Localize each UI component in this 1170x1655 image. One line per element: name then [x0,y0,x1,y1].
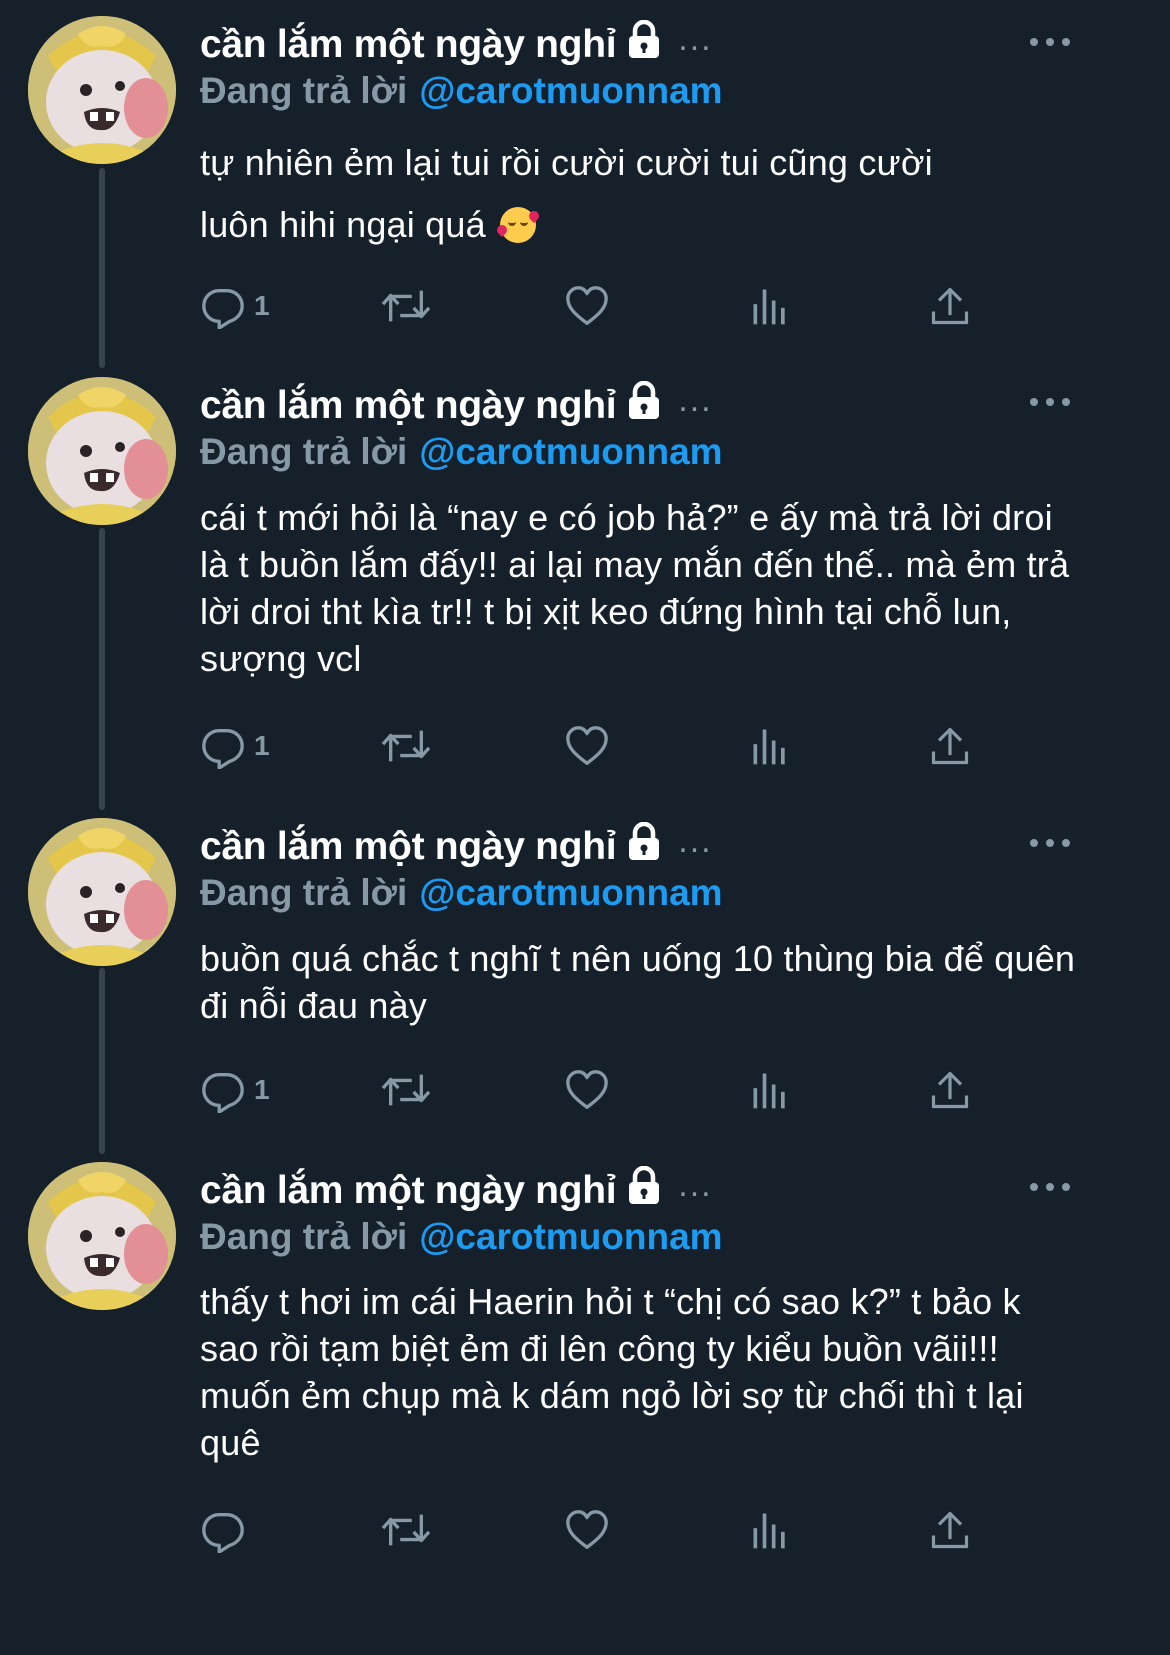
tweet-text-line: tự nhiên ẻm lại tui rồi cười cười tui cũ… [200,142,933,183]
views-button[interactable] [748,722,792,770]
ellipsis: ... [678,821,713,860]
author-name[interactable]: cần lắm một ngày nghỉ [200,825,617,869]
tweet-text: tự nhiên ẻm lại tui rồi cười cười tui cũ… [200,132,1080,256]
views-button[interactable] [748,1506,792,1554]
reply-button[interactable]: 1 [200,722,270,770]
like-button[interactable] [564,722,610,770]
author-row: cần lắm một ngày nghỉ ... [200,1166,713,1216]
retweet-button[interactable] [378,1066,434,1114]
author-name[interactable]: cần lắm một ngày nghỉ [200,384,617,428]
tweet[interactable]: cần lắm một ngày nghỉ ... Đang trả lời @… [0,360,1108,800]
tweet-text-line: luôn hihi ngại quá [200,204,486,245]
like-button[interactable] [564,1066,610,1114]
avatar[interactable] [28,1162,176,1310]
reply-count: 1 [254,290,270,321]
reply-button[interactable] [200,1506,254,1554]
retweet-button[interactable] [378,282,434,330]
action-bar: 1 [200,282,1000,330]
more-icon[interactable] [1030,1177,1070,1197]
share-button[interactable] [928,282,972,330]
ellipsis: ... [678,380,713,419]
reply-handle-link[interactable]: @carotmuonnam [419,872,722,914]
reply-icon [200,723,246,769]
retweet-button[interactable] [378,722,434,770]
reply-handle-link[interactable]: @carotmuonnam [419,1216,722,1258]
share-icon [928,1068,972,1112]
avatar[interactable] [28,818,176,966]
lock-icon [626,381,662,431]
analytics-icon [748,724,792,768]
more-icon[interactable] [1030,833,1070,853]
heart-icon [564,1067,610,1113]
reply-button[interactable]: 1 [200,1066,270,1114]
share-icon [928,284,972,328]
action-bar: 1 [200,1066,1000,1114]
tweet[interactable]: cần lắm một ngày nghỉ ... Đang trả lời @… [0,800,1108,1144]
more-icon[interactable] [1030,32,1070,52]
replying-to: Đang trả lời @carotmuonnam [200,1213,723,1261]
views-button[interactable] [748,1066,792,1114]
replying-to: Đang trả lời @carotmuonnam [200,869,723,917]
share-button[interactable] [928,1506,972,1554]
replying-to-label: Đang trả lời [200,1216,408,1257]
lock-icon [626,20,662,70]
share-icon [928,724,972,768]
avatar[interactable] [28,377,176,525]
analytics-icon [748,1508,792,1552]
author-row: cần lắm một ngày nghỉ ... [200,381,713,431]
reply-handle-link[interactable]: @carotmuonnam [419,431,722,473]
more-icon[interactable] [1030,392,1070,412]
analytics-icon [748,284,792,328]
author-row: cần lắm một ngày nghỉ ... [200,20,713,70]
action-bar: 1 [200,722,1000,770]
reply-handle-link[interactable]: @carotmuonnam [419,70,722,112]
reply-icon [200,1507,246,1553]
heart-icon [564,283,610,329]
ellipsis: ... [678,1165,713,1204]
replying-to: Đang trả lời @carotmuonnam [200,428,723,476]
replying-to: Đang trả lời @carotmuonnam [200,67,723,115]
like-button[interactable] [564,1506,610,1554]
reply-icon [200,1067,246,1113]
reply-button[interactable]: 1 [200,282,270,330]
replying-to-label: Đang trả lời [200,70,408,111]
share-button[interactable] [928,1066,972,1114]
action-bar [200,1506,1000,1554]
reply-count: 1 [254,730,270,761]
heart-icon [564,723,610,769]
tweet-text: thấy t hơi im cái Haerin hỏi t “chị có s… [200,1281,1024,1463]
avatar[interactable] [28,16,176,164]
share-button[interactable] [928,722,972,770]
replying-to-label: Đang trả lời [200,872,408,913]
tweet-text: buồn quá chắc t nghĩ t nên uống 10 thùng… [200,938,1076,1026]
retweet-icon [378,723,434,769]
author-row: cần lắm một ngày nghỉ ... [200,822,713,872]
heart-icon [564,1507,610,1553]
views-button[interactable] [748,282,792,330]
tweet-text: cái t mới hỏi là “nay e có job hả?” e ấy… [200,497,1070,679]
retweet-icon [378,283,434,329]
share-icon [928,1508,972,1552]
retweet-icon [378,1507,434,1553]
reply-count: 1 [254,1074,270,1105]
retweet-button[interactable] [378,1506,434,1554]
reply-icon [200,283,246,329]
smiling-face-with-hearts-icon [494,207,542,243]
retweet-icon [378,1067,434,1113]
author-name[interactable]: cần lắm một ngày nghỉ [200,23,617,67]
analytics-icon [748,1068,792,1112]
author-name[interactable]: cần lắm một ngày nghỉ [200,1169,617,1213]
like-button[interactable] [564,282,610,330]
ellipsis: ... [678,19,713,58]
tweet[interactable]: cần lắm một ngày nghỉ ... Đang trả lời @… [0,1144,1108,1568]
tweet[interactable]: cần lắm một ngày nghỉ ... Đang trả lời @… [0,0,1108,360]
lock-icon [626,822,662,872]
lock-icon [626,1166,662,1216]
replying-to-label: Đang trả lời [200,431,408,472]
